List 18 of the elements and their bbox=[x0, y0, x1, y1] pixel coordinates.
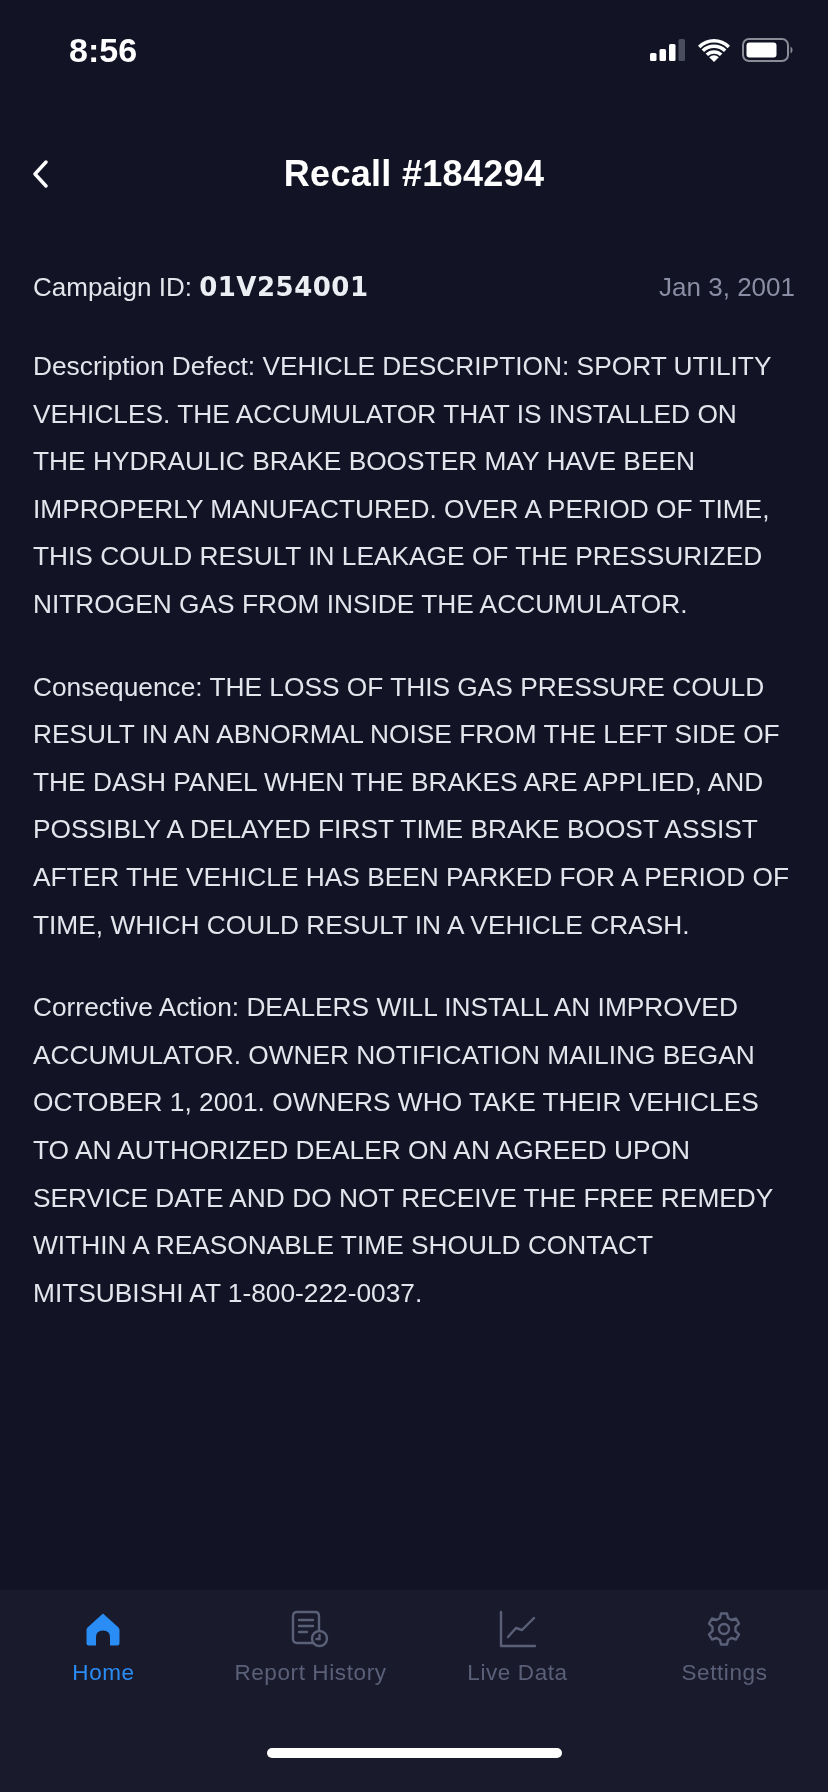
home-icon bbox=[86, 1612, 121, 1646]
nav-tab[interactable]: Home bbox=[66, 1610, 141, 1686]
status-time: 8:56 bbox=[69, 30, 138, 70]
line-chart-icon bbox=[498, 1610, 537, 1648]
page-title: Recall #184294 bbox=[283, 153, 545, 195]
campaign-id: Campaign ID: 01V254001 bbox=[33, 271, 369, 303]
battery-icon bbox=[742, 38, 794, 62]
wifi-icon bbox=[698, 38, 730, 62]
recall-paragraph: Corrective Action: DEALERS WILL INSTALL AN IMPROVED ACCUMULATOR. OWNER NOTIFICATION MAILING BEGAN OCTOBER 1, 2001. OWNERS WHO TAKE THEIR VEHICLES TO AN AUTHORIZED DEALER ON AN AGREED UPON SERVICE DATE AND DO NOT RECEIVE THE FREE REMEDY WITHIN A REASONABLE TIME SHOULD CONTACT MITSUBISHI AT 1-800-222-0037. bbox=[33, 991, 774, 1310]
document-clock-icon bbox=[291, 1610, 330, 1648]
signal-icon bbox=[650, 39, 686, 61]
nav-tab[interactable]: Live Data bbox=[461, 1610, 574, 1686]
recall-date: Jan 3, 2001 bbox=[659, 271, 795, 303]
recall-paragraph: Consequence: THE LOSS OF THIS GAS PRESSURE COULD RESULT IN AN ABNORMAL NOISE FROM THE LEFT SIDE OF THE DASH PANEL WHEN THE BRAKES ARE APPLIED, AND POSSIBLY A DELAYED FIRST TIME BRAKE BOOST ASSIST AFTER THE VEHICLE HAS BEEN PARKED FOR A PERIOD OF TIME, WHICH COULD RESULT IN A VEHICLE CRASH. bbox=[33, 670, 790, 942]
recall-paragraph: Description Defect: VEHICLE DESCRIPTION: SPORT UTILITY VEHICLES. THE ACCUMULATOR THAT IS INSTALLED ON THE HYDRAULIC BRAKE BOOSTER MAY HAVE BEEN IMPROPERLY MANUFACTURED. OVER A PERIOD OF TIME, THIS COULD RESULT IN LEAKAGE OF THE PRESSURIZED NITROGEN GAS FROM INSIDE THE ACCUMULATOR. bbox=[33, 350, 772, 621]
nav-tab[interactable]: Report History bbox=[228, 1610, 393, 1686]
nav-tab[interactable]: Settings bbox=[675, 1610, 774, 1686]
back-icon[interactable] bbox=[32, 160, 48, 188]
